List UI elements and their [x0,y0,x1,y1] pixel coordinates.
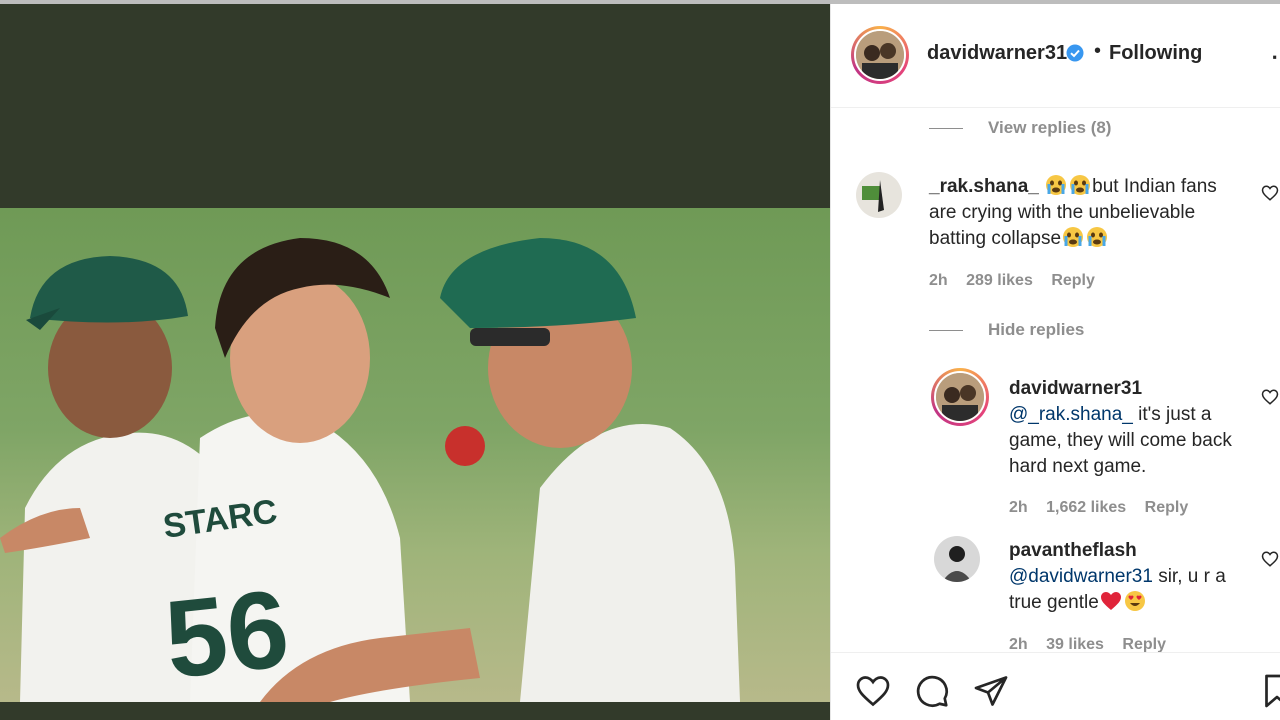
post-header: davidwarner31 • Following ⋯ [831,4,1280,108]
like-comment-icon[interactable] [1261,550,1279,568]
comment-username[interactable]: _rak.shana_ [929,176,1039,197]
crying-face-emoji-icon [1070,175,1091,195]
hide-replies-link[interactable]: Hide replies [988,320,1084,340]
avatar[interactable] [856,172,902,218]
reply-username[interactable]: davidwarner31 [1009,378,1142,399]
crying-face-emoji-icon [1087,227,1108,247]
reply-time: 2h [1009,636,1028,652]
comments-list: View replies (8) _rak.shana_ but Indian … [831,108,1280,652]
author-username[interactable]: davidwarner31 [927,42,1067,65]
post-media[interactable]: STARC 56 [0,4,830,720]
reply-button[interactable]: Reply [1051,272,1095,289]
author-avatar[interactable] [851,26,909,84]
comment-meta: 2h 289 likes Reply [929,272,1109,290]
red-heart-emoji-icon [1100,592,1121,610]
share-icon[interactable] [973,673,1009,709]
header-separator: • [1094,40,1102,62]
like-comment-icon[interactable] [1261,388,1279,406]
like-comment-icon[interactable] [1261,184,1279,202]
following-button[interactable]: Following [1109,42,1202,65]
media-bottom-bar [0,702,830,720]
reply-time: 2h [1009,499,1028,516]
comment-icon[interactable] [914,673,950,709]
crying-face-emoji-icon [1046,175,1067,195]
verified-icon [1066,44,1084,62]
replies-divider [929,128,963,129]
view-replies-link[interactable]: View replies (8) [988,118,1111,138]
comment-time: 2h [929,272,948,289]
reply-likes[interactable]: 39 likes [1046,636,1104,652]
reply-button[interactable]: Reply [1145,499,1189,516]
reply-username[interactable]: pavantheflash [1009,540,1137,561]
reply-meta: 2h 39 likes Reply [1009,636,1180,652]
svg-text:56: 56 [160,567,295,702]
crying-face-emoji-icon [1063,227,1084,247]
comment-likes[interactable]: 289 likes [966,272,1033,289]
reply-likes[interactable]: 1,662 likes [1046,499,1126,516]
heart-eyes-emoji-icon [1124,591,1145,611]
post-photo: STARC 56 [0,208,830,702]
replies-divider [929,330,963,331]
reply-mention[interactable]: @davidwarner31 [1009,566,1153,587]
reply-text: pavantheflash @davidwarner31 sir, u r a … [1009,538,1249,616]
post-side-panel: davidwarner31 • Following ⋯ View replies… [830,4,1280,720]
reply-avatar[interactable] [934,536,980,582]
comment-text: _rak.shana_ but Indian fans are crying w… [929,174,1249,252]
reply-meta: 2h 1,662 likes Reply [1009,499,1202,517]
reply-mention[interactable]: @_rak.shana_ [1009,404,1133,425]
reply-button[interactable]: Reply [1122,636,1166,652]
bookmark-icon[interactable] [1259,673,1280,709]
heart-icon[interactable] [855,673,891,709]
reply-text: davidwarner31 @_rak.shana_ it's just a g… [1009,376,1239,480]
reply-avatar[interactable] [931,368,989,426]
more-options-icon[interactable]: ⋯ [1271,44,1280,70]
post-actions-bar [831,652,1280,720]
